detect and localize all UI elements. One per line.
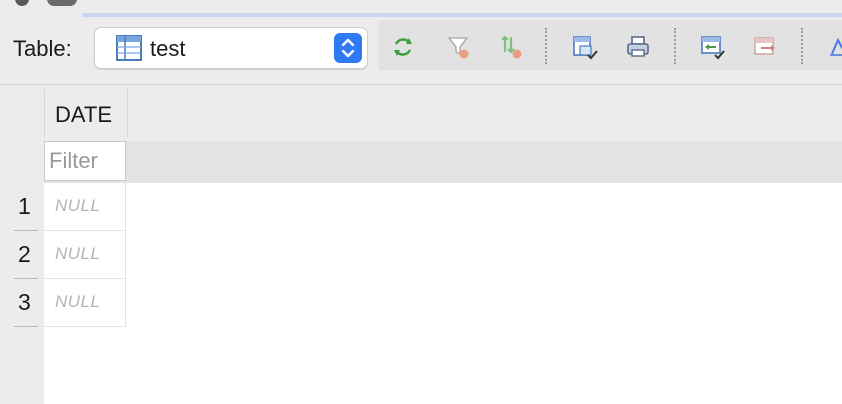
title-bar [0,0,842,18]
table-select-stepper[interactable] [334,33,362,63]
column-header-label: DATE [55,102,113,127]
toolbar-button-group [378,20,842,70]
table-cell[interactable]: NULL [44,279,126,327]
export-rows-icon[interactable] [753,34,779,60]
null-value: NULL [55,244,101,263]
toolbar-separator [801,28,803,64]
table-icon [116,35,142,61]
export-icon[interactable] [572,34,598,60]
table-cell[interactable]: NULL [44,231,126,279]
close-window-button[interactable] [15,0,29,6]
chart-icon[interactable] [830,34,842,60]
column-header-date[interactable]: DATE [44,89,128,137]
row-number[interactable]: 2 [8,231,44,279]
table-cell[interactable]: NULL [44,183,126,231]
app-window: Table: test DATE Filter 1 2 3 NULL NULL … [0,0,842,404]
data-grid: DATE 1 2 3 NULL NULL NULL [0,85,842,404]
import-icon[interactable] [700,34,726,60]
grid-gutter [0,85,8,404]
filter-input-date[interactable] [44,141,126,181]
grid-header-bar [8,85,842,141]
filter-icon[interactable] [446,34,472,60]
row-number[interactable]: 1 [8,183,44,231]
chevron-updown-icon [341,38,355,58]
null-value: NULL [55,196,101,215]
print-icon[interactable] [625,34,651,60]
table-label: Table: [13,36,72,61]
null-value: NULL [55,292,101,311]
row-number-label: 1 [18,193,31,219]
row-number-label: 2 [18,241,31,267]
toolbar-separator [674,28,676,64]
window-controls[interactable] [47,0,77,6]
title-bar-accent [82,13,842,17]
row-divider [14,326,38,327]
sort-icon[interactable] [498,34,524,60]
table-select[interactable]: test [94,27,368,69]
row-number[interactable]: 3 [8,279,44,327]
filter-row [44,141,842,183]
refresh-icon[interactable] [390,34,416,60]
toolbar-separator [545,28,547,64]
row-number-label: 3 [18,289,31,315]
toolbar: Table: test [0,18,842,85]
selected-table-name: test [150,36,186,61]
